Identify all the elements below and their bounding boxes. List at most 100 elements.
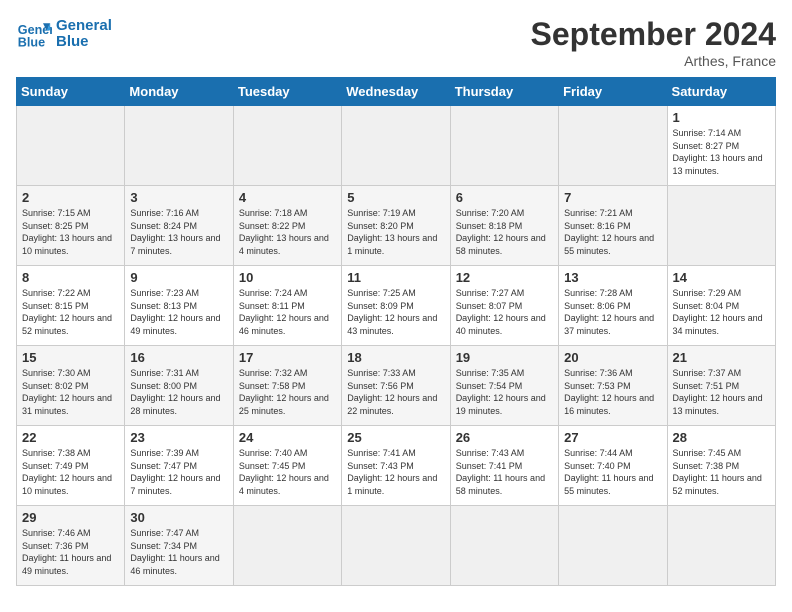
calendar-cell [559, 106, 667, 186]
calendar-cell: 11Sunrise: 7:25 AMSunset: 8:09 PMDayligh… [342, 266, 450, 346]
day-number: 29 [22, 510, 119, 525]
day-info: Sunrise: 7:18 AMSunset: 8:22 PMDaylight:… [239, 207, 336, 257]
day-info: Sunrise: 7:47 AMSunset: 7:34 PMDaylight:… [130, 527, 227, 577]
calendar-cell: 6 Sunrise: 7:20 AMSunset: 8:18 PMDaylight… [450, 186, 558, 266]
day-number: 7 [564, 190, 661, 205]
day-info: Sunrise: 7:31 AMSunset: 8:00 PMDaylight:… [130, 367, 227, 417]
location: Arthes, France [531, 53, 776, 69]
col-header-thursday: Thursday [450, 78, 558, 106]
day-number: 24 [239, 430, 336, 445]
calendar-cell [125, 106, 233, 186]
day-info: Sunrise: 7:25 AMSunset: 8:09 PMDaylight:… [347, 287, 444, 337]
day-number: 4 [239, 190, 336, 205]
day-info: Sunrise: 7:24 AMSunset: 8:11 PMDaylight:… [239, 287, 336, 337]
calendar-cell: 4 Sunrise: 7:18 AMSunset: 8:22 PMDaylight… [233, 186, 341, 266]
day-number: 6 [456, 190, 553, 205]
day-number: 25 [347, 430, 444, 445]
day-number: 18 [347, 350, 444, 365]
col-header-saturday: Saturday [667, 78, 775, 106]
col-header-tuesday: Tuesday [233, 78, 341, 106]
calendar-cell: 16 Sunrise: 7:31 AMSunset: 8:00 PMDayligh… [125, 346, 233, 426]
day-number: 10 [239, 270, 336, 285]
col-header-monday: Monday [125, 78, 233, 106]
day-number: 12 [456, 270, 553, 285]
calendar-cell: 26 Sunrise: 7:43 AMSunset: 7:41 PMDayligh… [450, 426, 558, 506]
calendar-cell: 30 Sunrise: 7:47 AMSunset: 7:34 PMDayligh… [125, 506, 233, 586]
day-info: Sunrise: 7:40 AMSunset: 7:45 PMDaylight:… [239, 447, 336, 497]
calendar-cell: 20Sunrise: 7:36 AMSunset: 7:53 PMDayligh… [559, 346, 667, 426]
calendar-cell: 17 Sunrise: 7:32 AMSunset: 7:58 PMDayligh… [233, 346, 341, 426]
day-info: Sunrise: 7:37 AMSunset: 7:51 PMDaylight:… [673, 367, 770, 417]
logo-text-line2: Blue [56, 34, 112, 51]
col-header-wednesday: Wednesday [342, 78, 450, 106]
calendar-cell: 3 Sunrise: 7:16 AMSunset: 8:24 PMDaylight… [125, 186, 233, 266]
day-number: 8 [22, 270, 119, 285]
page-header: General Blue General Blue September 2024… [16, 16, 776, 69]
calendar-cell [342, 506, 450, 586]
day-number: 27 [564, 430, 661, 445]
day-number: 22 [22, 430, 119, 445]
day-info: Sunrise: 7:41 AMSunset: 7:43 PMDaylight:… [347, 447, 444, 497]
day-number: 1 [673, 110, 770, 125]
calendar-cell [17, 106, 125, 186]
day-info: Sunrise: 7:43 AMSunset: 7:41 PMDaylight:… [456, 447, 553, 497]
calendar-cell: 23Sunrise: 7:39 AMSunset: 7:47 PMDayligh… [125, 426, 233, 506]
calendar-cell [667, 506, 775, 586]
day-info: Sunrise: 7:21 AMSunset: 8:16 PMDaylight:… [564, 207, 661, 257]
month-title: September 2024 [531, 16, 776, 53]
calendar-cell [667, 186, 775, 266]
svg-text:Blue: Blue [18, 36, 45, 50]
day-info: Sunrise: 7:23 AMSunset: 8:13 PMDaylight:… [130, 287, 227, 337]
day-info: Sunrise: 7:33 AMSunset: 7:56 PMDaylight:… [347, 367, 444, 417]
logo-text-line1: General [56, 18, 112, 35]
day-info: Sunrise: 7:22 AMSunset: 8:15 PMDaylight:… [22, 287, 119, 337]
calendar-cell: 24 Sunrise: 7:40 AMSunset: 7:45 PMDayligh… [233, 426, 341, 506]
calendar-cell [233, 506, 341, 586]
day-number: 15 [22, 350, 119, 365]
week-row-1: 1 Sunrise: 7:14 AMSunset: 8:27 PMDaylight… [17, 106, 776, 186]
calendar-cell: 19Sunrise: 7:35 AMSunset: 7:54 PMDayligh… [450, 346, 558, 426]
day-info: Sunrise: 7:28 AMSunset: 8:06 PMDaylight:… [564, 287, 661, 337]
day-info: Sunrise: 7:46 AMSunset: 7:36 PMDaylight:… [22, 527, 119, 577]
day-info: Sunrise: 7:19 AMSunset: 8:20 PMDaylight:… [347, 207, 444, 257]
calendar-cell: 8 Sunrise: 7:22 AMSunset: 8:15 PMDaylight… [17, 266, 125, 346]
day-info: Sunrise: 7:29 AMSunset: 8:04 PMDaylight:… [673, 287, 770, 337]
calendar-cell: 21Sunrise: 7:37 AMSunset: 7:51 PMDayligh… [667, 346, 775, 426]
calendar-cell: 9 Sunrise: 7:23 AMSunset: 8:13 PMDaylight… [125, 266, 233, 346]
day-number: 9 [130, 270, 227, 285]
day-info: Sunrise: 7:20 AMSunset: 8:18 PMDaylight:… [456, 207, 553, 257]
day-info: Sunrise: 7:45 AMSunset: 7:38 PMDaylight:… [673, 447, 770, 497]
day-info: Sunrise: 7:35 AMSunset: 7:54 PMDaylight:… [456, 367, 553, 417]
day-number: 20 [564, 350, 661, 365]
day-number: 2 [22, 190, 119, 205]
calendar-cell: 27 Sunrise: 7:44 AMSunset: 7:40 PMDayligh… [559, 426, 667, 506]
day-number: 23 [130, 430, 227, 445]
week-row-3: 8 Sunrise: 7:22 AMSunset: 8:15 PMDaylight… [17, 266, 776, 346]
day-info: Sunrise: 7:30 AMSunset: 8:02 PMDaylight:… [22, 367, 119, 417]
day-number: 30 [130, 510, 227, 525]
day-info: Sunrise: 7:44 AMSunset: 7:40 PMDaylight:… [564, 447, 661, 497]
day-number: 26 [456, 430, 553, 445]
day-number: 14 [673, 270, 770, 285]
day-number: 17 [239, 350, 336, 365]
day-info: Sunrise: 7:32 AMSunset: 7:58 PMDaylight:… [239, 367, 336, 417]
week-row-5: 22 Sunrise: 7:38 AMSunset: 7:49 PMDayligh… [17, 426, 776, 506]
week-row-6: 29 Sunrise: 7:46 AMSunset: 7:36 PMDayligh… [17, 506, 776, 586]
calendar-cell: 5 Sunrise: 7:19 AMSunset: 8:20 PMDaylight… [342, 186, 450, 266]
day-number: 16 [130, 350, 227, 365]
header-row: SundayMondayTuesdayWednesdayThursdayFrid… [17, 78, 776, 106]
calendar-cell [450, 506, 558, 586]
day-number: 5 [347, 190, 444, 205]
calendar-cell: 12Sunrise: 7:27 AMSunset: 8:07 PMDayligh… [450, 266, 558, 346]
calendar-cell: 28Sunrise: 7:45 AMSunset: 7:38 PMDayligh… [667, 426, 775, 506]
day-info: Sunrise: 7:38 AMSunset: 7:49 PMDaylight:… [22, 447, 119, 497]
day-number: 3 [130, 190, 227, 205]
title-block: September 2024 Arthes, France [531, 16, 776, 69]
day-info: Sunrise: 7:15 AMSunset: 8:25 PMDaylight:… [22, 207, 119, 257]
calendar-cell: 29 Sunrise: 7:46 AMSunset: 7:36 PMDayligh… [17, 506, 125, 586]
day-info: Sunrise: 7:14 AMSunset: 8:27 PMDaylight:… [673, 127, 770, 177]
calendar-cell [342, 106, 450, 186]
day-info: Sunrise: 7:16 AMSunset: 8:24 PMDaylight:… [130, 207, 227, 257]
calendar-cell: 25 Sunrise: 7:41 AMSunset: 7:43 PMDayligh… [342, 426, 450, 506]
day-number: 13 [564, 270, 661, 285]
